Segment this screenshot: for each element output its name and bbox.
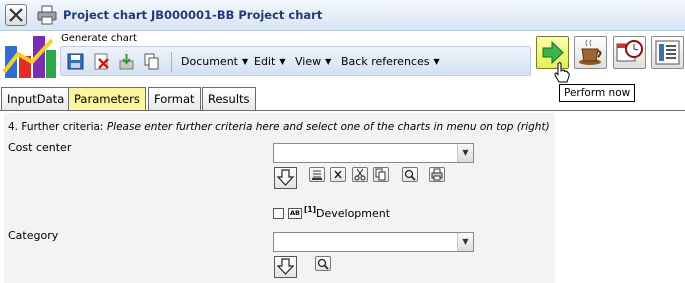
toolbar-separator xyxy=(171,52,172,72)
menu-edit[interactable]: Edit ▼ xyxy=(254,55,285,68)
coffee-cup-button[interactable] xyxy=(574,36,607,69)
magnifier-icon xyxy=(404,169,416,181)
cost-center-label: Cost center xyxy=(8,141,72,154)
title-bar: Project chart JB000001-BB Project chart xyxy=(0,0,685,31)
coffee-cup-icon xyxy=(579,39,602,65)
category-label: Category xyxy=(8,229,59,242)
criteria-instruction: 4. Further criteria: Please enter furthe… xyxy=(8,121,550,133)
toolbar-group-label: Generate chart xyxy=(61,33,137,44)
printer-icon xyxy=(431,168,443,181)
cost-center-copy-button[interactable] xyxy=(373,167,389,182)
save-icon[interactable] xyxy=(67,53,84,70)
tab-parameters[interactable]: Parameters xyxy=(68,87,146,111)
schedule-button[interactable] xyxy=(613,36,646,69)
toolstrip: Document ▼ Edit ▼ View ▼ Back references ▼ xyxy=(60,46,531,76)
tab-inputdata[interactable]: InputData xyxy=(1,87,71,111)
arrow-down-icon xyxy=(276,169,295,186)
chart-app-logo-icon xyxy=(2,32,58,82)
development-checkbox[interactable] xyxy=(273,208,284,219)
cost-center-search-button[interactable] xyxy=(402,167,418,182)
cost-center-print-button[interactable] xyxy=(429,167,445,182)
list-view-button[interactable] xyxy=(651,36,684,69)
category-search-button[interactable] xyxy=(315,256,331,271)
ab-text-icon: AB xyxy=(288,208,302,219)
cost-center-clear-button[interactable] xyxy=(330,167,346,182)
menu-view[interactable]: View ▼ xyxy=(295,55,331,68)
clear-icon xyxy=(334,170,342,179)
list-icon xyxy=(312,170,322,180)
development-label: Development xyxy=(316,207,391,220)
list-view-icon xyxy=(655,40,680,65)
cost-center-cut-button[interactable] xyxy=(352,167,368,182)
menu-document[interactable]: Document ▼ xyxy=(181,55,248,68)
copy-icon[interactable] xyxy=(143,53,160,70)
development-marker: [1] xyxy=(304,205,317,214)
close-icon[interactable] xyxy=(5,4,27,26)
tab-format[interactable]: Format xyxy=(148,87,201,111)
arrow-down-icon xyxy=(276,258,295,275)
hand-cursor-icon xyxy=(554,62,570,83)
category-select-button[interactable] xyxy=(274,256,297,278)
cost-center-select[interactable]: ▼ xyxy=(273,143,474,163)
cost-center-select-button[interactable] xyxy=(274,167,297,189)
tab-bar: InputData Parameters Format Results xyxy=(0,86,685,111)
menu-back-references[interactable]: Back references ▼ xyxy=(341,55,440,68)
copy-icon xyxy=(375,168,386,181)
toolbar: Generate chart Document ▼ Edit ▼ View ▼ Bac… xyxy=(0,32,685,84)
chevron-down-icon[interactable]: ▼ xyxy=(457,144,473,162)
magnifier-icon xyxy=(317,258,329,270)
category-select[interactable]: ▼ xyxy=(273,232,474,252)
tab-results[interactable]: Results xyxy=(202,87,256,111)
calendar-clock-icon xyxy=(616,40,643,62)
chevron-down-icon[interactable]: ▼ xyxy=(457,233,473,251)
window-title: Project chart JB000001-BB Project chart xyxy=(63,8,323,22)
cost-center-list-button[interactable] xyxy=(309,167,325,182)
import-icon[interactable] xyxy=(118,53,135,70)
print-icon[interactable] xyxy=(36,4,58,26)
delete-icon[interactable] xyxy=(93,53,110,70)
tab-divider xyxy=(0,110,685,111)
scissors-icon xyxy=(354,168,366,181)
